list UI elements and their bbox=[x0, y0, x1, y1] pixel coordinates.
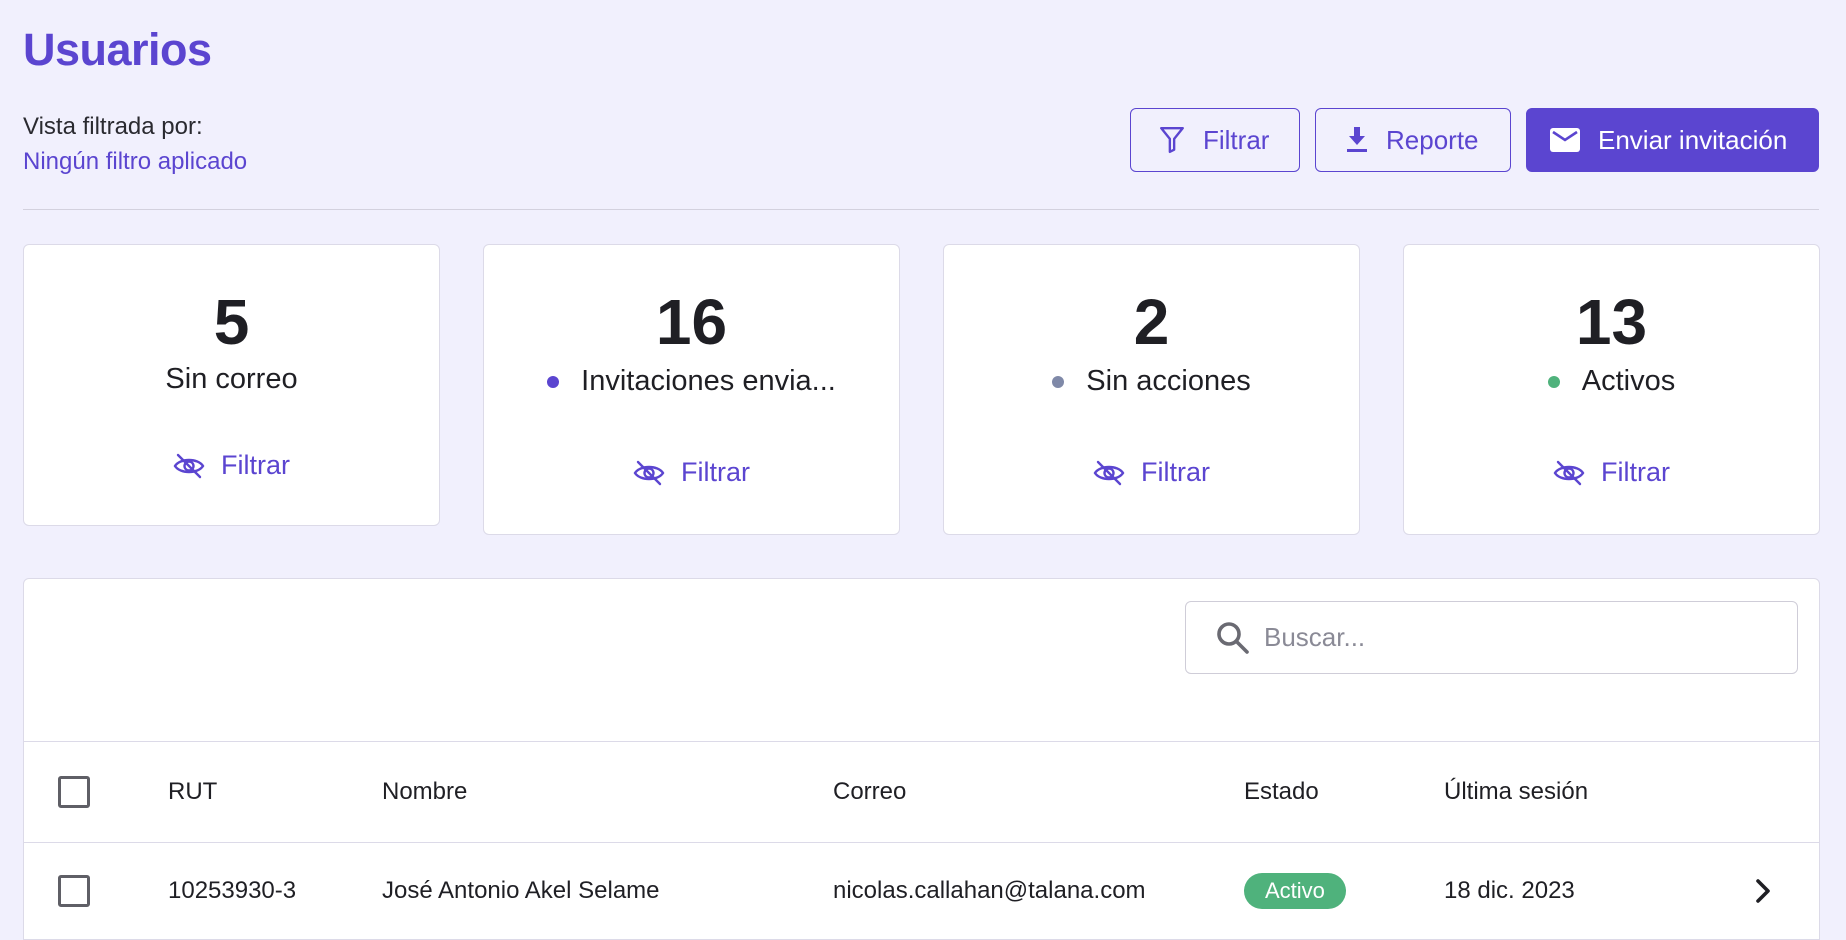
eye-off-icon bbox=[1093, 460, 1125, 485]
stat-label-text: Invitaciones envia... bbox=[581, 365, 836, 397]
stat-filter-toggle[interactable]: Filtrar bbox=[1404, 457, 1819, 488]
stat-card-activos: 13 Activos Filtrar bbox=[1403, 244, 1820, 535]
status-dot-active bbox=[1547, 375, 1560, 388]
table-row[interactable]: 10253930-3 José Antonio Akel Selame nico… bbox=[24, 843, 1819, 940]
filter-button[interactable]: Filtrar bbox=[1130, 108, 1300, 172]
report-button[interactable]: Reporte bbox=[1315, 108, 1511, 172]
row-checkbox[interactable] bbox=[58, 875, 90, 907]
users-page: Usuarios Vista filtrada por: Ningún filt… bbox=[0, 0, 1846, 940]
page-title: Usuarios bbox=[23, 24, 212, 75]
column-header-rut[interactable]: RUT bbox=[168, 778, 217, 806]
stat-filter-label: Filtrar bbox=[221, 450, 290, 480]
stat-card-sin-acciones: 2 Sin acciones Filtrar bbox=[943, 244, 1360, 535]
send-invitation-button[interactable]: Enviar invitación bbox=[1526, 108, 1819, 172]
cell-correo: nicolas.callahan@talana.com bbox=[833, 877, 1146, 904]
chevron-right-icon[interactable] bbox=[1755, 878, 1771, 904]
column-header-correo[interactable]: Correo bbox=[833, 778, 906, 806]
stat-label: Sin correo bbox=[24, 363, 439, 396]
cell-rut: 10253930-3 bbox=[168, 877, 297, 904]
stat-filter-toggle[interactable]: Filtrar bbox=[24, 450, 439, 481]
search-icon bbox=[1217, 621, 1249, 654]
stat-card-sin-correo: 5 Sin correo Filtrar bbox=[23, 244, 440, 526]
cell-nombre: José Antonio Akel Selame bbox=[382, 877, 660, 904]
stat-count: 2 bbox=[1133, 286, 1170, 358]
header-divider bbox=[23, 209, 1819, 210]
column-header-nombre[interactable]: Nombre bbox=[382, 778, 467, 806]
eye-off-icon bbox=[633, 460, 665, 485]
stat-label: Activos bbox=[1404, 365, 1819, 398]
stat-filter-label: Filtrar bbox=[681, 457, 750, 487]
column-header-estado[interactable]: Estado bbox=[1244, 778, 1319, 806]
eye-off-icon bbox=[1553, 460, 1585, 485]
stat-filter-label: Filtrar bbox=[1141, 457, 1210, 487]
stat-label: Invitaciones envia... bbox=[484, 365, 899, 398]
stat-label-text: Sin correo bbox=[165, 363, 298, 395]
status-badge: Activo bbox=[1244, 873, 1346, 909]
cell-ultima-sesion: 18 dic. 2023 bbox=[1444, 877, 1575, 904]
cell-estado: Activo bbox=[1244, 873, 1346, 909]
stat-filter-label: Filtrar bbox=[1601, 457, 1670, 487]
column-header-ultima-sesion[interactable]: Última sesión bbox=[1444, 778, 1588, 806]
stat-filter-toggle[interactable]: Filtrar bbox=[944, 457, 1359, 488]
send-invitation-label: Enviar invitación bbox=[1598, 124, 1788, 155]
table-header-row: RUT Nombre Correo Estado Última sesión bbox=[24, 741, 1819, 843]
header-toolbar: Filtrar Reporte Enviar invitación bbox=[1130, 108, 1819, 172]
search-input[interactable] bbox=[1264, 622, 1764, 653]
stat-count: 5 bbox=[213, 286, 250, 358]
status-dot-invited bbox=[547, 375, 560, 388]
status-dot-no-action bbox=[1052, 375, 1065, 388]
users-table-panel: RUT Nombre Correo Estado Última sesión 1… bbox=[23, 578, 1820, 940]
active-filter-value: Ningún filtro aplicado bbox=[23, 148, 248, 175]
stat-count: 13 bbox=[1575, 286, 1648, 358]
stat-count: 16 bbox=[655, 286, 728, 358]
eye-off-icon bbox=[173, 453, 205, 478]
funnel-icon bbox=[1160, 126, 1184, 154]
stat-label-text: Activos bbox=[1581, 365, 1676, 397]
stat-filter-toggle[interactable]: Filtrar bbox=[484, 457, 899, 488]
select-all-checkbox[interactable] bbox=[58, 776, 90, 808]
search-box bbox=[1185, 601, 1798, 674]
filter-button-label: Filtrar bbox=[1203, 124, 1270, 155]
report-button-label: Reporte bbox=[1386, 124, 1479, 155]
stat-label: Sin acciones bbox=[944, 365, 1359, 398]
stat-label-text: Sin acciones bbox=[1086, 365, 1251, 397]
download-icon bbox=[1347, 127, 1367, 152]
stat-card-invitaciones: 16 Invitaciones envia... Filtrar bbox=[483, 244, 900, 535]
mail-icon bbox=[1550, 128, 1580, 152]
filter-caption: Vista filtrada por: bbox=[23, 113, 203, 140]
